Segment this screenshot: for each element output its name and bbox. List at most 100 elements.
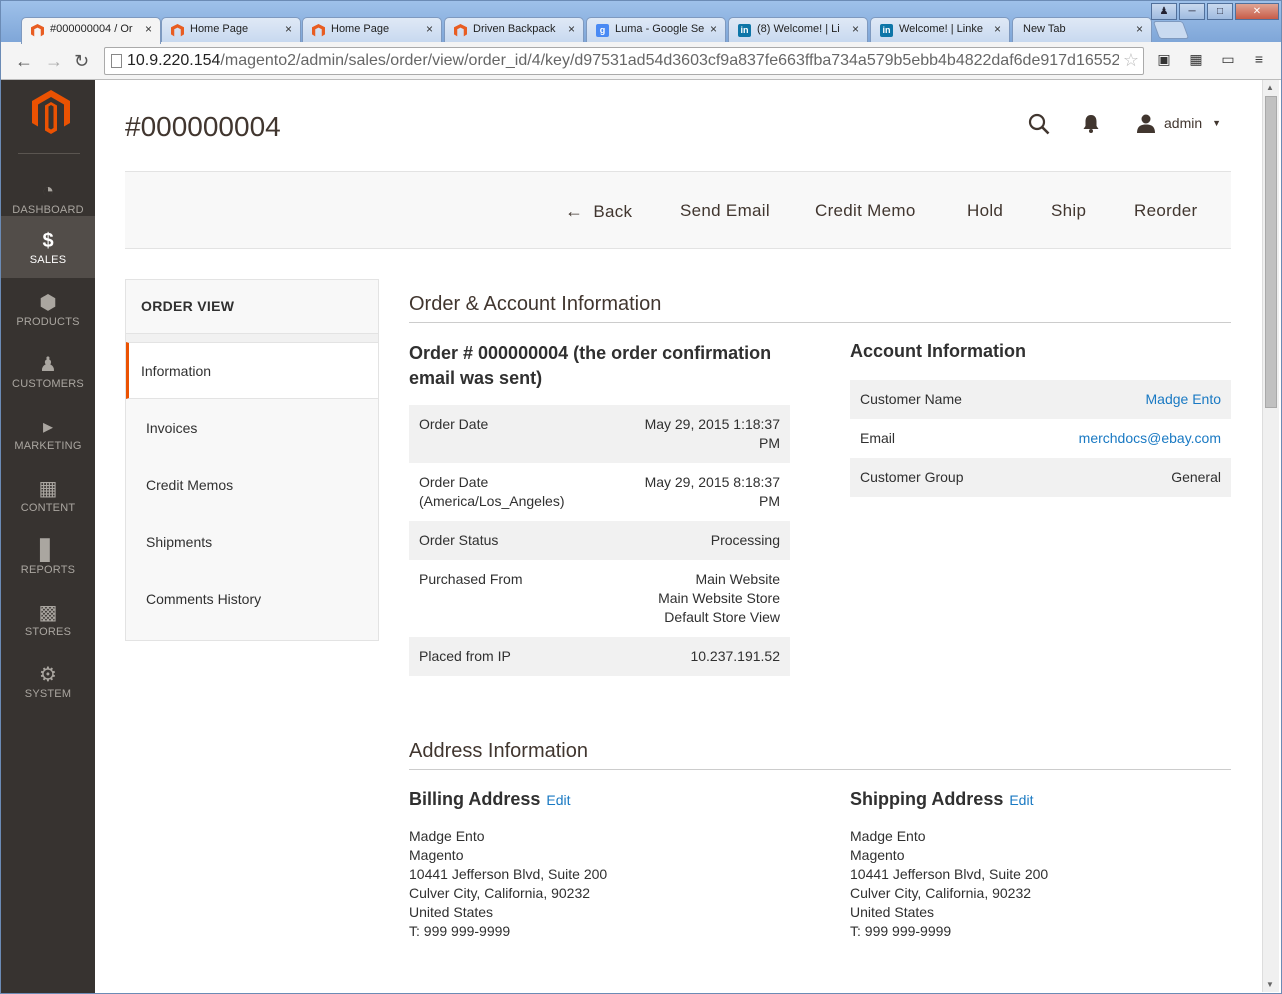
row-value: Processing <box>710 532 780 548</box>
tab-close-icon[interactable]: × <box>145 22 152 36</box>
sidebar-item-label: MARKETING <box>14 440 82 452</box>
sidebar-item-reports[interactable]: ▋ REPORTS <box>1 526 95 588</box>
account-info-table: Customer Name Madge Ento Email merchdocs… <box>850 380 1231 497</box>
order-view-tabs: ORDER VIEW Information Invoices Credit M… <box>125 279 379 641</box>
email-link[interactable]: merchdocs@ebay.com <box>1079 429 1221 448</box>
tab-information[interactable]: Information <box>126 342 378 399</box>
sidebar-item-system[interactable]: ⚙ SYSTEM <box>1 650 95 712</box>
edit-billing-link[interactable]: Edit <box>546 792 570 808</box>
tab-close-icon[interactable]: × <box>994 22 1001 36</box>
tab-close-icon[interactable]: × <box>710 22 717 36</box>
sidebar-item-content[interactable]: ▦ CONTENT <box>1 464 95 526</box>
row-value-line: Main Website Store <box>658 590 780 606</box>
tab-close-icon[interactable]: × <box>1136 22 1143 36</box>
close-window-button[interactable]: ✕ <box>1235 3 1279 20</box>
section-title-address: Address Information <box>409 740 588 762</box>
maximize-button[interactable]: □ <box>1207 3 1233 20</box>
tab-shipments[interactable]: Shipments <box>126 514 378 571</box>
shipping-address-title: Shipping Address Edit <box>850 789 1033 810</box>
magento-icon <box>454 24 467 37</box>
scroll-down-icon[interactable]: ▼ <box>1266 980 1274 989</box>
send-email-button[interactable]: Send Email <box>680 201 770 221</box>
chevron-down-icon: ▼ <box>1212 118 1222 128</box>
billing-address-block: Madge Ento Magento 10441 Jefferson Blvd,… <box>409 827 607 941</box>
minimize-button[interactable]: ─ <box>1179 3 1205 20</box>
row-value: Main Website Main Website Store Default … <box>658 570 780 627</box>
browser-tab[interactable]: New Tab × <box>1012 17 1152 43</box>
tabs-divider <box>126 333 378 342</box>
magento-logo-icon[interactable] <box>32 90 70 134</box>
shipping-address-heading: Shipping Address <box>850 789 1004 809</box>
browser-tab-title: Luma - Google Se <box>615 23 705 35</box>
tab-close-icon[interactable]: × <box>568 22 575 36</box>
tab-invoices[interactable]: Invoices <box>126 400 378 457</box>
shipping-address-block: Madge Ento Magento 10441 Jefferson Blvd,… <box>850 827 1048 941</box>
user-profile-icon[interactable]: ♟ <box>1151 3 1177 20</box>
tab-credit-memos[interactable]: Credit Memos <box>126 457 378 514</box>
menu-icon[interactable]: ≡ <box>1249 51 1269 69</box>
browser-tab[interactable]: Home Page × <box>161 17 301 43</box>
sidebar-item-customers[interactable]: ♟ CUSTOMERS <box>1 340 95 402</box>
sidebar-item-marketing[interactable]: ▸ MARKETING <box>1 402 95 464</box>
new-tab-button[interactable] <box>1152 21 1190 39</box>
browser-tab[interactable]: #000000004 / Or × <box>21 17 161 44</box>
qr-code-icon[interactable]: ▦ <box>1186 51 1206 69</box>
arrow-left-icon: ← <box>565 201 584 221</box>
row-value: May 29, 2015 8:18:37 PM <box>644 474 780 509</box>
browser-tab[interactable]: g Luma - Google Se × <box>586 17 726 43</box>
page-title: #000000004 <box>125 111 281 142</box>
bar-chart-icon: ▋ <box>40 540 56 562</box>
bookmark-star-icon[interactable]: ☆ <box>1118 50 1139 71</box>
gear-icon: ⚙ <box>39 664 57 686</box>
back-button-label: Back <box>593 202 633 221</box>
edit-shipping-link[interactable]: Edit <box>1009 792 1033 808</box>
billing-address-title: Billing Address Edit <box>409 789 570 810</box>
page-scrollbar[interactable]: ▲ ▼ <box>1262 80 1279 992</box>
admin-user-menu[interactable]: admin ▼ <box>1136 113 1221 133</box>
browser-tab[interactable]: in (8) Welcome! | Li × <box>728 17 868 43</box>
ship-button[interactable]: Ship <box>1051 201 1086 221</box>
sidebar-item-products[interactable]: ⬢ PRODUCTS <box>1 278 95 340</box>
row-value: General <box>1171 469 1221 485</box>
tab-close-icon[interactable]: × <box>852 22 859 36</box>
sidebar-item-label: DASHBOARD <box>12 204 84 216</box>
customer-name-link[interactable]: Madge Ento <box>1146 390 1222 409</box>
row-label: Order Status <box>419 532 499 548</box>
scrollbar-thumb[interactable] <box>1265 96 1277 408</box>
table-row: Email merchdocs@ebay.com <box>850 419 1231 458</box>
sidebar-item-stores[interactable]: ▩ STORES <box>1 588 95 650</box>
browser-tab[interactable]: Driven Backpack × <box>444 17 584 43</box>
search-icon[interactable] <box>1028 113 1050 135</box>
scroll-up-icon[interactable]: ▲ <box>1266 83 1274 92</box>
magento-icon <box>312 24 325 37</box>
dollar-icon: $ <box>42 230 54 252</box>
page-actions-bar: ← Back Send Email Credit Memo Hold Ship R… <box>125 171 1231 249</box>
back-arrow-icon[interactable]: ← <box>15 51 33 72</box>
browser-tab[interactable]: in Welcome! | Linke × <box>870 17 1010 43</box>
user-icon <box>1137 114 1155 133</box>
order-heading: Order # 000000004 (the order confirmatio… <box>409 343 772 388</box>
admin-sidebar: ◔ DASHBOARD $ SALES ⬢ PRODUCTS ♟ CUSTOME… <box>1 80 95 993</box>
tab-close-icon[interactable]: × <box>426 22 433 36</box>
bell-icon[interactable] <box>1082 114 1100 134</box>
credit-memo-button[interactable]: Credit Memo <box>815 201 916 221</box>
tab-close-icon[interactable]: × <box>285 22 292 36</box>
address-bar[interactable]: 10.9.220.154/magento2/admin/sales/order/… <box>104 47 1144 75</box>
window-controls: ♟ ─ □ ✕ <box>1151 3 1279 20</box>
sidebar-item-sales[interactable]: $ SALES <box>1 216 95 278</box>
row-label: Email <box>860 430 896 446</box>
billing-address-heading: Billing Address <box>409 789 541 809</box>
forward-arrow-icon[interactable]: → <box>45 51 63 72</box>
hold-button[interactable]: Hold <box>967 201 1003 221</box>
extension-icon[interactable]: ▣ <box>1154 51 1174 69</box>
sidebar-item-label: REPORTS <box>20 564 76 576</box>
reload-icon[interactable]: ↻ <box>74 51 89 72</box>
cast-icon[interactable]: ▭ <box>1218 51 1238 69</box>
row-label: Order Date <box>419 416 489 432</box>
back-button[interactable]: ← Back <box>565 201 632 222</box>
sidebar-item-label: SALES <box>29 254 67 266</box>
browser-tab[interactable]: Home Page × <box>302 17 442 43</box>
tab-comments-history[interactable]: Comments History <box>126 571 378 628</box>
reorder-button[interactable]: Reorder <box>1134 201 1198 221</box>
table-row: Order Date May 29, 2015 1:18:37 PM <box>409 405 790 463</box>
